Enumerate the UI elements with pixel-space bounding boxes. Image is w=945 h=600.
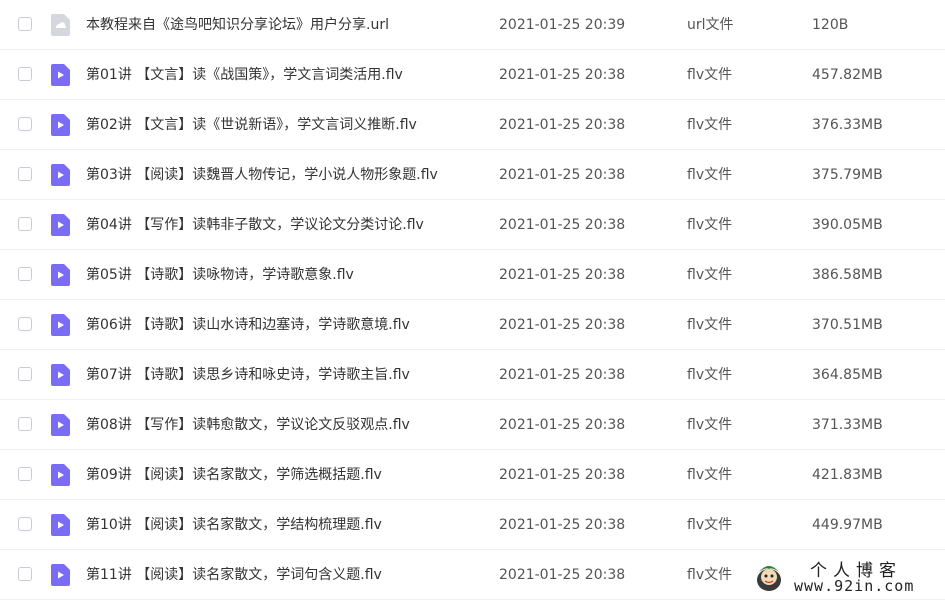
video-file-icon: [51, 564, 70, 586]
row-checkbox[interactable]: [18, 17, 32, 31]
file-size: 370.51MB: [812, 317, 883, 333]
file-name[interactable]: 第03讲 【阅读】读魏晋人物传记，学小说人物形象题.flv: [86, 165, 438, 185]
video-file-icon: [51, 414, 70, 436]
file-name[interactable]: 第11讲 【阅读】读名家散文，学词句含义题.flv: [86, 565, 382, 585]
file-row[interactable]: 第01讲 【文言】读《战国策》，学文言词类活用.flv 2021-01-25 2…: [0, 50, 945, 100]
file-type: flv文件: [687, 217, 733, 233]
file-type: flv文件: [687, 517, 733, 533]
file-size: 449.97MB: [812, 517, 883, 533]
file-size: 376.33MB: [812, 117, 883, 133]
file-row[interactable]: 第09讲 【阅读】读名家散文，学筛选概括题.flv 2021-01-25 20:…: [0, 450, 945, 500]
file-date: 2021-01-25 20:38: [499, 317, 626, 333]
file-date: 2021-01-25 20:38: [499, 517, 626, 533]
file-type: flv文件: [687, 417, 733, 433]
file-date: 2021-01-25 20:38: [499, 567, 626, 583]
file-size: 371.33MB: [812, 417, 883, 433]
file-name[interactable]: 本教程来自《途鸟吧知识分享论坛》用户分享.url: [86, 15, 389, 35]
file-date: 2021-01-25 20:38: [499, 167, 626, 183]
row-checkbox[interactable]: [18, 567, 32, 581]
video-file-icon: [51, 364, 70, 386]
file-name[interactable]: 第08讲 【写作】读韩愈散文，学议论文反驳观点.flv: [86, 415, 410, 435]
file-name[interactable]: 第09讲 【阅读】读名家散文，学筛选概括题.flv: [86, 465, 382, 485]
video-file-icon: [51, 464, 70, 486]
row-checkbox[interactable]: [18, 367, 32, 381]
row-checkbox[interactable]: [18, 417, 32, 431]
file-type: flv文件: [687, 267, 733, 283]
file-type: flv文件: [687, 167, 733, 183]
file-row[interactable]: 第03讲 【阅读】读魏晋人物传记，学小说人物形象题.flv 2021-01-25…: [0, 150, 945, 200]
file-type: flv文件: [687, 67, 733, 83]
file-row[interactable]: 第05讲 【诗歌】读咏物诗，学诗歌意象.flv 2021-01-25 20:38…: [0, 250, 945, 300]
file-row[interactable]: 第02讲 【文言】读《世说新语》，学文言词义推断.flv 2021-01-25 …: [0, 100, 945, 150]
file-row[interactable]: 第07讲 【诗歌】读思乡诗和咏史诗，学诗歌主旨.flv 2021-01-25 2…: [0, 350, 945, 400]
video-file-icon: [51, 264, 70, 286]
file-row[interactable]: 第10讲 【阅读】读名家散文，学结构梳理题.flv 2021-01-25 20:…: [0, 500, 945, 550]
file-type: flv文件: [687, 317, 733, 333]
row-checkbox[interactable]: [18, 267, 32, 281]
file-date: 2021-01-25 20:38: [499, 417, 626, 433]
file-list: 本教程来自《途鸟吧知识分享论坛》用户分享.url 2021-01-25 20:3…: [0, 0, 945, 600]
file-date: 2021-01-25 20:38: [499, 367, 626, 383]
file-name[interactable]: 第02讲 【文言】读《世说新语》，学文言词义推断.flv: [86, 115, 417, 135]
file-row[interactable]: 本教程来自《途鸟吧知识分享论坛》用户分享.url 2021-01-25 20:3…: [0, 0, 945, 50]
row-checkbox[interactable]: [18, 167, 32, 181]
file-size: 364.85MB: [812, 367, 883, 383]
file-type: url文件: [687, 17, 734, 33]
file-row[interactable]: 第04讲 【写作】读韩非子散文，学议论文分类讨论.flv 2021-01-25 …: [0, 200, 945, 250]
file-date: 2021-01-25 20:38: [499, 117, 626, 133]
file-type: flv文件: [687, 467, 733, 483]
file-date: 2021-01-25 20:38: [499, 217, 626, 233]
watermark-url: www.92in.com: [794, 577, 915, 595]
row-checkbox[interactable]: [18, 317, 32, 331]
video-file-icon: [51, 314, 70, 336]
row-checkbox[interactable]: [18, 517, 32, 531]
file-date: 2021-01-25 20:38: [499, 67, 626, 83]
file-row[interactable]: 第08讲 【写作】读韩愈散文，学议论文反驳观点.flv 2021-01-25 2…: [0, 400, 945, 450]
video-file-icon: [51, 214, 70, 236]
file-date: 2021-01-25 20:38: [499, 267, 626, 283]
file-size: 120B: [812, 17, 849, 33]
file-date: 2021-01-25 20:38: [499, 467, 626, 483]
file-name[interactable]: 第04讲 【写作】读韩非子散文，学议论文分类讨论.flv: [86, 215, 424, 235]
video-file-icon: [51, 114, 70, 136]
file-size: 375.79MB: [812, 167, 883, 183]
file-type: flv文件: [687, 567, 733, 583]
blog-watermark: 个人博客 www.92in.com: [750, 556, 940, 596]
file-name[interactable]: 第10讲 【阅读】读名家散文，学结构梳理题.flv: [86, 515, 382, 535]
file-name[interactable]: 第07讲 【诗歌】读思乡诗和咏史诗，学诗歌主旨.flv: [86, 365, 410, 385]
file-name[interactable]: 第05讲 【诗歌】读咏物诗，学诗歌意象.flv: [86, 265, 354, 285]
file-row[interactable]: 第06讲 【诗歌】读山水诗和边塞诗，学诗歌意境.flv 2021-01-25 2…: [0, 300, 945, 350]
file-size: 457.82MB: [812, 67, 883, 83]
row-checkbox[interactable]: [18, 217, 32, 231]
file-size: 390.05MB: [812, 217, 883, 233]
file-size: 421.83MB: [812, 467, 883, 483]
url-file-icon: [51, 14, 70, 36]
row-checkbox[interactable]: [18, 67, 32, 81]
file-type: flv文件: [687, 367, 733, 383]
video-file-icon: [51, 164, 70, 186]
cartoon-avatar-icon: [757, 566, 781, 591]
file-type: flv文件: [687, 117, 733, 133]
file-date: 2021-01-25 20:39: [499, 17, 626, 33]
video-file-icon: [51, 514, 70, 536]
file-size: 386.58MB: [812, 267, 883, 283]
row-checkbox[interactable]: [18, 467, 32, 481]
file-name[interactable]: 第06讲 【诗歌】读山水诗和边塞诗，学诗歌意境.flv: [86, 315, 410, 335]
file-name[interactable]: 第01讲 【文言】读《战国策》，学文言词类活用.flv: [86, 65, 403, 85]
row-checkbox[interactable]: [18, 117, 32, 131]
video-file-icon: [51, 64, 70, 86]
